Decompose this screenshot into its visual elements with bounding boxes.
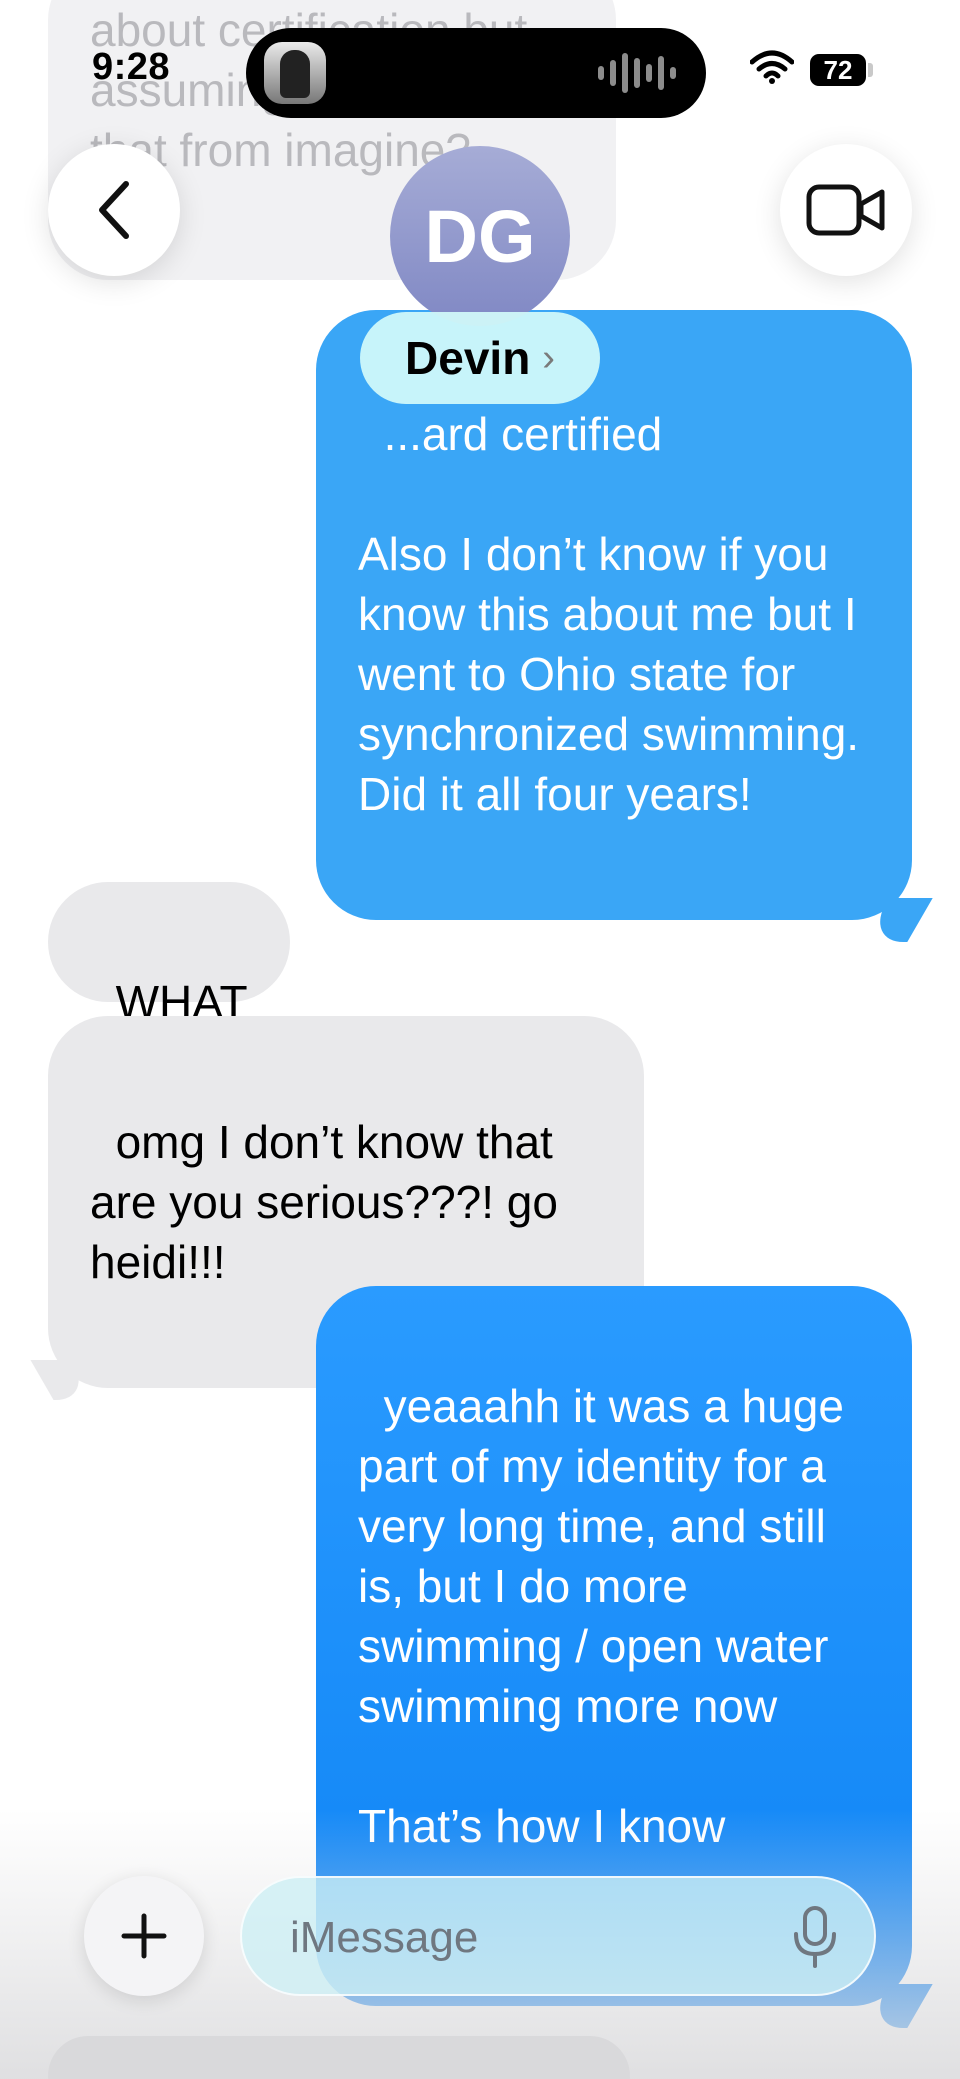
battery-cap [868,63,873,77]
now-playing-artwork [264,42,326,104]
received-message-2-text: omg I don’t know that are you serious???… [90,1116,571,1288]
partial-message-peek [48,2036,630,2079]
video-camera-icon [806,184,885,236]
plus-icon [121,1913,167,1959]
status-bar: 9:28 72 [0,0,960,140]
avatar-initials: DG [424,194,536,278]
back-button[interactable] [48,144,180,276]
status-time: 9:28 [92,46,171,88]
contact-name-button[interactable]: Devin › [360,312,600,404]
imessage-input[interactable] [290,1908,750,1968]
wifi-icon [750,50,794,84]
battery-indicator: 72 [810,54,866,86]
microphone-icon[interactable] [790,1904,840,1972]
battery-level: 72 [823,55,853,85]
chevron-right-icon: › [542,336,555,379]
dynamic-island[interactable] [246,28,706,118]
message-composer[interactable] [240,1876,876,1996]
back-chevron-icon [99,181,129,239]
contact-avatar[interactable]: DG [390,146,570,326]
bubble-tail [863,898,933,942]
sent-message-1-text: ...ard certified Also I don’t know if yo… [358,408,860,820]
contact-name: Devin [405,332,531,384]
bubble-tail [30,1360,96,1400]
received-message-1[interactable]: WHAT [48,882,290,1028]
sent-message-2-text: yeaaahh it was a huge part of my identit… [358,1380,844,1852]
add-attachment-button[interactable] [84,1876,204,1996]
audio-waveform-icon [598,50,676,96]
facetime-video-button[interactable] [780,144,912,276]
